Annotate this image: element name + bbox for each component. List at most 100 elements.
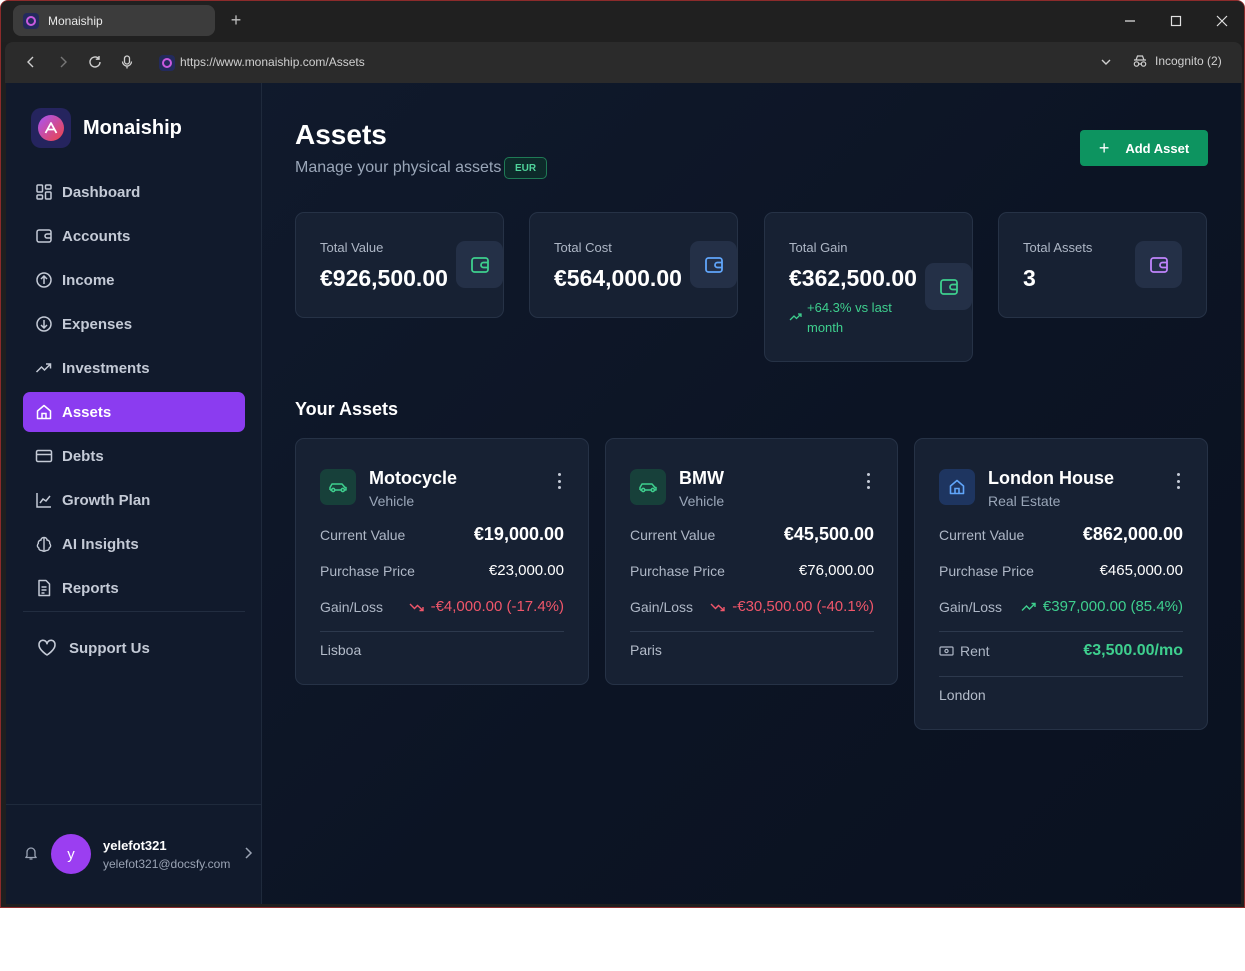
trending-up-icon (35, 363, 52, 373)
sidebar-item-label: AI Insights (62, 535, 139, 553)
forward-icon[interactable] (55, 54, 71, 70)
field-label: Gain/Loss (939, 598, 1003, 615)
add-asset-button[interactable]: + Add Asset (1080, 130, 1208, 166)
logo[interactable] (31, 108, 71, 148)
heart-icon (38, 639, 56, 656)
incognito-indicator[interactable]: Incognito (2) (1132, 54, 1222, 68)
rent-row: Rent €3,500.00/mo (939, 642, 1183, 660)
sidebar-item-debts[interactable]: Debts (23, 436, 245, 476)
sidebar-item-dashboard[interactable]: Dashboard (23, 172, 245, 212)
gain-loss-value: -€4,000.00 (-17.4%) (430, 598, 564, 615)
asset-card-london-house[interactable]: London House Real Estate Current Value €… (914, 438, 1208, 730)
stat-label: Total Value (320, 240, 384, 255)
sidebar-item-label: Growth Plan (62, 491, 151, 509)
divider (23, 611, 245, 612)
microphone-icon[interactable] (119, 54, 135, 70)
sidebar-item-investments[interactable]: Investments (23, 348, 245, 388)
current-value-row: Current Value €19,000.00 (320, 524, 564, 545)
browser-window: Monaiship + https://www.monaiship.com/As… (0, 0, 1245, 908)
stat-card-total-cost: Total Cost €564,000.00 (529, 212, 738, 318)
sidebar-item-label: Income (62, 271, 115, 289)
asset-name: BMW (679, 468, 724, 488)
wallet-icon (456, 241, 503, 288)
purchase-price: €465,000.00 (1099, 562, 1183, 579)
wallet-icon (690, 241, 737, 288)
current-value: €45,500.00 (783, 524, 874, 544)
incognito-icon (1133, 55, 1147, 67)
field-label: Current Value (939, 526, 1025, 543)
sidebar-item-label: Assets (62, 403, 112, 421)
currency-badge: EUR (504, 157, 548, 179)
plus-icon: + (1098, 138, 1110, 158)
url-field[interactable]: https://www.monaiship.com/Assets (180, 55, 365, 69)
close-icon[interactable] (1212, 11, 1232, 31)
chart-line-icon (36, 493, 51, 508)
dashboard-icon (36, 184, 52, 200)
stat-card-total-value: Total Value €926,500.00 (295, 212, 504, 318)
car-icon (630, 469, 666, 505)
home-icon (36, 404, 52, 420)
current-value: €862,000.00 (1082, 524, 1183, 544)
incognito-label: Incognito (2) (1155, 54, 1222, 68)
asset-location: Lisboa (320, 642, 362, 658)
divider (939, 676, 1183, 677)
sidebar-item-label: Expenses (62, 315, 133, 333)
gain-change-text: +64.3% vs last month (807, 300, 892, 335)
file-text-icon (38, 579, 51, 597)
sidebar-item-accounts[interactable]: Accounts (23, 216, 245, 256)
asset-name: London House (988, 468, 1114, 488)
banknote-icon (939, 646, 954, 656)
sidebar-item-ai-insights[interactable]: AI Insights (23, 524, 245, 564)
browser-tab[interactable]: Monaiship (13, 5, 215, 36)
more-options-icon[interactable] (1173, 473, 1183, 489)
field-label: Current Value (320, 526, 406, 543)
reload-icon[interactable] (87, 54, 103, 70)
sidebar-item-income[interactable]: Income (23, 260, 245, 300)
section-heading: Your Assets (295, 399, 399, 419)
gain-loss-value: -€30,500.00 (-40.1%) (732, 598, 874, 615)
stat-value: €564,000.00 (554, 265, 682, 291)
divider (630, 631, 874, 632)
field-label: Purchase Price (939, 562, 1034, 579)
more-options-icon[interactable] (863, 473, 873, 489)
sidebar-item-label: Debts (62, 447, 104, 465)
sidebar-item-growth-plan[interactable]: Growth Plan (23, 480, 245, 520)
new-tab-button[interactable]: + (228, 10, 244, 30)
address-bar: https://www.monaiship.com/Assets Incogni… (5, 42, 1242, 83)
support-us-button[interactable]: Support Us (37, 639, 150, 657)
back-icon[interactable] (23, 54, 39, 70)
sidebar-item-expenses[interactable]: Expenses (23, 304, 245, 344)
more-options-icon[interactable] (554, 473, 564, 489)
purchase-price-row: Purchase Price €465,000.00 (939, 562, 1183, 579)
chevron-down-icon[interactable] (1099, 55, 1113, 74)
current-value-row: Current Value €45,500.00 (630, 524, 874, 545)
chevron-right-icon[interactable] (243, 846, 253, 865)
field-label: Purchase Price (630, 562, 725, 579)
sidebar-item-assets[interactable]: Assets (23, 392, 245, 432)
app-root: Monaiship Dashboard Accounts Income Expe… (6, 83, 1241, 904)
gain-loss-value: €397,000.00 (85.4%) (1042, 598, 1183, 615)
purchase-price-row: Purchase Price €23,000.00 (320, 562, 564, 579)
tab-title: Monaiship (48, 13, 103, 28)
car-icon (320, 469, 356, 505)
sidebar-item-label: Investments (62, 359, 150, 377)
sidebar-item-reports[interactable]: Reports (23, 568, 245, 608)
avatar[interactable]: y (51, 834, 91, 874)
trending-down-icon (409, 603, 424, 611)
stat-card-total-assets: Total Assets 3 (998, 212, 1207, 318)
minimize-icon[interactable] (1120, 11, 1140, 31)
rent-value: €3,500.00/mo (1083, 642, 1183, 659)
stat-card-total-gain: Total Gain €362,500.00 +64.3% vs last mo… (764, 212, 973, 362)
trending-up-icon (1021, 602, 1036, 611)
logo-mark-icon (44, 122, 58, 134)
maximize-icon[interactable] (1166, 11, 1186, 31)
asset-card-motocycle[interactable]: Motocycle Vehicle Current Value €19,000.… (295, 438, 589, 685)
current-value: €19,000.00 (473, 524, 564, 544)
page-subtitle: Manage your physical assets (295, 159, 502, 176)
favicon-icon (23, 12, 39, 29)
bell-icon[interactable] (23, 845, 39, 866)
sidebar-item-label: Dashboard (62, 183, 141, 201)
asset-card-bmw[interactable]: BMW Vehicle Current Value €45,500.00 Pur… (605, 438, 898, 685)
wallet-icon (36, 229, 52, 243)
wallet-icon (925, 263, 972, 310)
